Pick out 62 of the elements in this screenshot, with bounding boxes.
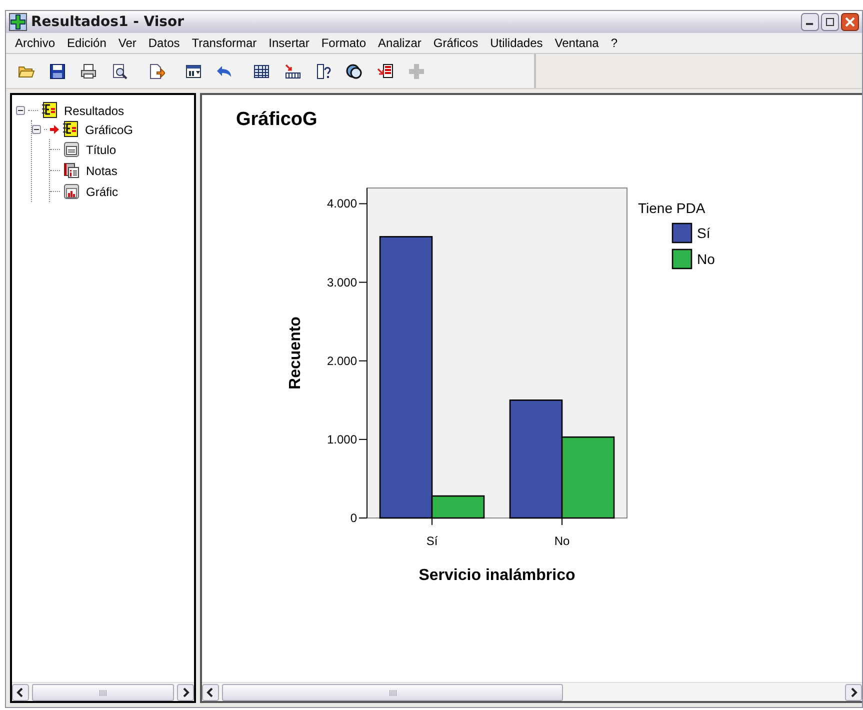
save-icon[interactable] [49, 62, 66, 80]
menu-item[interactable]: Gráficos [427, 35, 484, 51]
axis-tick-label: 4.000 [326, 196, 357, 211]
legend-label: Sí [697, 225, 710, 241]
notes-page-icon [63, 162, 80, 179]
scroll-right-button[interactable] [177, 684, 194, 701]
export-icon[interactable] [148, 62, 165, 80]
minimize-button[interactable] [801, 13, 819, 31]
outline-item[interactable]: Resultados [64, 104, 124, 118]
menu-item[interactable]: Datos [142, 35, 186, 51]
legend-label: No [697, 251, 715, 267]
menu-item[interactable]: Transformar [186, 35, 263, 51]
scrollbar-thumb[interactable] [32, 684, 174, 701]
outline-item[interactable]: Título [86, 142, 116, 156]
scroll-left-button[interactable] [12, 684, 29, 701]
axis-icon[interactable] [284, 62, 301, 80]
scrollbar-thumb[interactable] [222, 684, 563, 701]
scroll-right-button[interactable] [845, 684, 862, 701]
category-label: No [554, 534, 570, 548]
menu-item[interactable]: Ventana [548, 35, 605, 51]
menu-item[interactable]: Archivo [9, 35, 62, 51]
book-icon [41, 102, 58, 119]
axis-tick-label: 3.000 [326, 275, 357, 290]
menu-item[interactable]: Utilidades [484, 35, 549, 51]
outline-item[interactable]: GráficoG [85, 122, 134, 136]
circles-icon[interactable] [346, 62, 363, 80]
list-arrow-icon[interactable] [377, 62, 394, 80]
axis-tick [358, 438, 368, 440]
scroll-left-button[interactable] [202, 684, 219, 701]
expander-toggle[interactable] [32, 125, 41, 134]
menu-item[interactable]: Edición [61, 35, 112, 51]
book-icon [62, 121, 79, 138]
axis-tick [358, 360, 368, 362]
menu-item[interactable]: Formato [315, 35, 372, 51]
expander-toggle[interactable] [16, 106, 25, 115]
close-button[interactable] [841, 13, 859, 31]
menu-item[interactable]: ? [604, 35, 624, 51]
outline-item[interactable]: Notas [86, 164, 118, 178]
title-page-icon [63, 141, 80, 158]
x-axis-title: Servicio inalámbrico [418, 567, 576, 584]
help-icon[interactable] [315, 62, 332, 80]
menu-item[interactable]: Insertar [262, 35, 316, 51]
axis-tick [358, 203, 368, 204]
menu-item[interactable]: Ver [112, 35, 142, 51]
axis-tick-label: 1.000 [326, 432, 357, 446]
dialog-icon[interactable] [185, 62, 202, 80]
axis-tick-label: 0 [350, 511, 357, 525]
print-icon[interactable] [80, 62, 97, 80]
category-label: Sí [426, 534, 438, 548]
chart-page-icon [63, 183, 80, 200]
table-icon[interactable] [253, 62, 270, 80]
axis-tick [358, 282, 368, 283]
window-title: Resultados1 - Visor [31, 14, 186, 30]
output-heading: GráficoG [236, 109, 318, 130]
menu-item[interactable]: Analizar [372, 35, 428, 51]
outline-item[interactable]: Gráfic [86, 184, 118, 198]
y-axis-title: Recuento [287, 316, 304, 390]
print-preview-icon[interactable] [111, 62, 128, 80]
maximize-button[interactable] [821, 13, 839, 31]
app-icon [9, 13, 27, 31]
legend-title: Tiene PDA [638, 200, 706, 216]
axis-tick-label: 2.000 [326, 354, 357, 368]
